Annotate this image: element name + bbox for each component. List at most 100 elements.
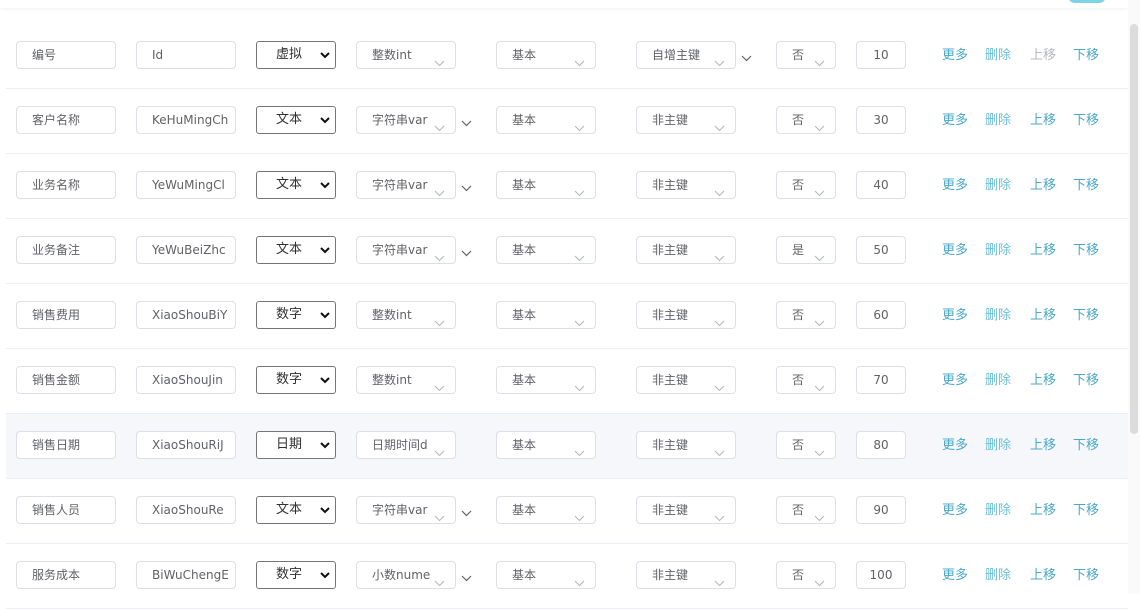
more-link[interactable]: 更多 — [942, 242, 968, 260]
display-name-input[interactable]: 客户名称 — [16, 106, 116, 134]
nullable-select[interactable]: 否 — [776, 561, 836, 589]
length-input[interactable]: 100 — [856, 561, 906, 589]
nullable-select[interactable]: 否 — [776, 106, 836, 134]
move-down-link[interactable]: 下移 — [1073, 502, 1099, 520]
delete-link[interactable]: 删除 — [985, 567, 1011, 585]
category-select[interactable]: 基本 — [496, 431, 596, 459]
length-input[interactable]: 10 — [856, 41, 906, 69]
primary-key-select[interactable]: 非主键 — [636, 561, 736, 589]
move-up-link[interactable]: 上移 — [1030, 502, 1056, 520]
length-input[interactable]: 90 — [856, 496, 906, 524]
field-name-input[interactable]: XiaoShouRiJ — [136, 431, 236, 459]
move-down-link[interactable]: 下移 — [1073, 177, 1099, 195]
category-select[interactable]: 基本 — [496, 496, 596, 524]
delete-link[interactable]: 删除 — [985, 47, 1011, 65]
move-down-link[interactable]: 下移 — [1073, 242, 1099, 260]
data-type-select[interactable]: 字符串var — [356, 236, 456, 264]
move-up-link[interactable]: 上移 — [1030, 112, 1056, 130]
move-up-link[interactable]: 上移 — [1030, 177, 1056, 195]
move-up-link[interactable]: 上移 — [1030, 437, 1056, 455]
delete-link[interactable]: 删除 — [985, 307, 1011, 325]
length-input[interactable]: 50 — [856, 236, 906, 264]
field-name-input[interactable]: YeWuBeiZhc — [136, 236, 236, 264]
expand-chevron-icon[interactable] — [461, 116, 472, 131]
nullable-select[interactable]: 否 — [776, 366, 836, 394]
primary-key-select[interactable]: 非主键 — [636, 171, 736, 199]
expand-chevron-icon[interactable] — [461, 506, 472, 521]
data-type-select[interactable]: 整数int — [356, 301, 456, 329]
primary-key-select[interactable]: 非主键 — [636, 106, 736, 134]
display-name-input[interactable]: 销售金额 — [16, 366, 116, 394]
data-type-select[interactable]: 整数int — [356, 366, 456, 394]
length-input[interactable]: 30 — [856, 106, 906, 134]
nullable-select[interactable]: 否 — [776, 41, 836, 69]
field-type-select[interactable]: 虚拟 — [256, 41, 336, 69]
data-type-select[interactable]: 字符串var — [356, 106, 456, 134]
more-link[interactable]: 更多 — [942, 177, 968, 195]
primary-key-select[interactable]: 非主键 — [636, 236, 736, 264]
top-action-button[interactable] — [1068, 0, 1106, 3]
field-type-select[interactable]: 数字 — [256, 301, 336, 329]
delete-link[interactable]: 删除 — [985, 177, 1011, 195]
field-name-input[interactable]: XiaoShouJin — [136, 366, 236, 394]
move-up-link[interactable]: 上移 — [1030, 307, 1056, 325]
data-type-select[interactable]: 字符串var — [356, 171, 456, 199]
field-name-input[interactable]: XiaoShouRe — [136, 496, 236, 524]
move-down-link[interactable]: 下移 — [1073, 437, 1099, 455]
more-link[interactable]: 更多 — [942, 502, 968, 520]
move-up-link[interactable]: 上移 — [1030, 372, 1056, 390]
field-name-input[interactable]: Id — [136, 41, 236, 69]
primary-key-select[interactable]: 非主键 — [636, 496, 736, 524]
length-input[interactable]: 70 — [856, 366, 906, 394]
delete-link[interactable]: 删除 — [985, 437, 1011, 455]
primary-key-select[interactable]: 自增主键 — [636, 41, 736, 69]
data-type-select[interactable]: 字符串var — [356, 496, 456, 524]
primary-key-select[interactable]: 非主键 — [636, 301, 736, 329]
nullable-select[interactable]: 是 — [776, 236, 836, 264]
more-link[interactable]: 更多 — [942, 307, 968, 325]
delete-link[interactable]: 删除 — [985, 372, 1011, 390]
field-name-input[interactable]: KeHuMingCh — [136, 106, 236, 134]
expand-chevron-icon[interactable] — [461, 181, 472, 196]
display-name-input[interactable]: 业务名称 — [16, 171, 116, 199]
field-type-select[interactable]: 数字 — [256, 561, 336, 589]
field-type-select[interactable]: 文本 — [256, 496, 336, 524]
category-select[interactable]: 基本 — [496, 171, 596, 199]
category-select[interactable]: 基本 — [496, 301, 596, 329]
field-type-select[interactable]: 日期 — [256, 431, 336, 459]
move-up-link[interactable]: 上移 — [1030, 242, 1056, 260]
primary-key-select[interactable]: 非主键 — [636, 366, 736, 394]
category-select[interactable]: 基本 — [496, 41, 596, 69]
data-type-select[interactable]: 整数int — [356, 41, 456, 69]
field-type-select[interactable]: 文本 — [256, 236, 336, 264]
nullable-select[interactable]: 否 — [776, 301, 836, 329]
field-name-input[interactable]: BiWuChengE — [136, 561, 236, 589]
display-name-input[interactable]: 业务备注 — [16, 236, 116, 264]
category-select[interactable]: 基本 — [496, 106, 596, 134]
move-down-link[interactable]: 下移 — [1073, 307, 1099, 325]
display-name-input[interactable]: 编号 — [16, 41, 116, 69]
move-down-link[interactable]: 下移 — [1073, 112, 1099, 130]
delete-link[interactable]: 删除 — [985, 502, 1011, 520]
display-name-input[interactable]: 销售日期 — [16, 431, 116, 459]
delete-link[interactable]: 删除 — [985, 242, 1011, 260]
display-name-input[interactable]: 服务成本 — [16, 561, 116, 589]
more-link[interactable]: 更多 — [942, 567, 968, 585]
nullable-select[interactable]: 否 — [776, 496, 836, 524]
field-type-select[interactable]: 数字 — [256, 366, 336, 394]
expand-chevron-icon[interactable] — [461, 246, 472, 261]
length-input[interactable]: 80 — [856, 431, 906, 459]
more-link[interactable]: 更多 — [942, 112, 968, 130]
field-name-input[interactable]: XiaoShouBiY — [136, 301, 236, 329]
category-select[interactable]: 基本 — [496, 561, 596, 589]
category-select[interactable]: 基本 — [496, 366, 596, 394]
field-type-select[interactable]: 文本 — [256, 171, 336, 199]
field-type-select[interactable]: 文本 — [256, 106, 336, 134]
move-down-link[interactable]: 下移 — [1073, 47, 1099, 65]
display-name-input[interactable]: 销售人员 — [16, 496, 116, 524]
expand-chevron-icon[interactable] — [741, 51, 752, 66]
nullable-select[interactable]: 否 — [776, 431, 836, 459]
delete-link[interactable]: 删除 — [985, 112, 1011, 130]
more-link[interactable]: 更多 — [942, 47, 968, 65]
primary-key-select[interactable]: 非主键 — [636, 431, 736, 459]
